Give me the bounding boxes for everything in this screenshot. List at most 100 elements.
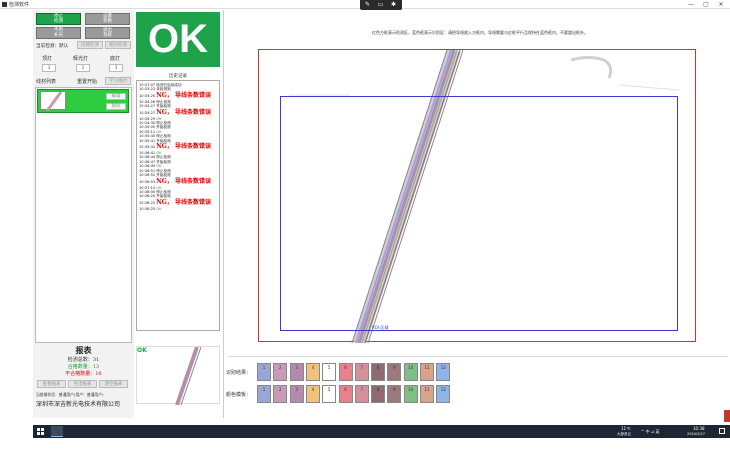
divider xyxy=(228,356,728,357)
color-swatch[interactable]: 2 xyxy=(273,385,288,403)
tray-icons[interactable]: ^ 中 ⊿ 英 xyxy=(641,429,660,435)
pen-icon[interactable]: ✎ xyxy=(363,1,372,8)
color-swatch[interactable]: 3 xyxy=(289,385,304,403)
color-swatch[interactable]: 4 xyxy=(305,363,320,381)
color-swatch[interactable]: 8 xyxy=(371,363,386,381)
history-row: 10:38:25 OK xyxy=(139,207,217,211)
result-status: OK xyxy=(136,12,220,67)
windows-start-icon[interactable] xyxy=(37,428,44,435)
history-log[interactable]: 10:37:07 检测已启动成功 10:33:22 未检测到 10:34:20 NG… xyxy=(136,80,220,331)
history-time: 10:35:40 xyxy=(139,134,156,139)
minimize-button[interactable]: — xyxy=(683,0,699,9)
fail-count: 不合格数量：18 xyxy=(65,371,102,377)
color-swatch[interactable]: 6 xyxy=(338,385,353,403)
no-fill-light-button[interactable]: 不用 补光 xyxy=(36,27,81,39)
roi-rectangle[interactable] xyxy=(280,96,678,331)
history-time: 10:35:42 xyxy=(139,145,156,150)
material-thumbnail-image xyxy=(45,91,63,112)
taskbar-app-icon[interactable] xyxy=(51,426,63,437)
history-message: 开始检测 xyxy=(156,125,171,130)
window-title: 检测软件 xyxy=(9,2,30,8)
history-message: 停止检测 xyxy=(156,155,171,160)
company-name: 深圳市深吉新光电技术有限公司 xyxy=(36,401,121,408)
bottom-light-label: 底灯 xyxy=(110,56,121,62)
color-swatch[interactable]: 4 xyxy=(305,385,320,403)
settings-icon[interactable]: ✱ xyxy=(389,1,398,8)
operator-label: 当前操作员：普通用户(用户：普通用户) xyxy=(36,392,104,397)
screen-icon[interactable]: ▭ xyxy=(376,1,385,8)
stop-detect-button[interactable]: 停止 检测 xyxy=(36,13,81,25)
clock-time[interactable]: 10:38 xyxy=(693,426,705,431)
color-swatch[interactable]: 7 xyxy=(354,363,369,381)
color-swatch[interactable]: 12 xyxy=(436,363,451,381)
color-swatch[interactable]: 1 xyxy=(257,363,271,381)
history-time: 10:34:20 xyxy=(139,93,156,98)
maximize-button[interactable]: ▢ xyxy=(698,0,714,9)
color-swatch[interactable]: 12 xyxy=(436,385,451,403)
history-time: 10:36:53 xyxy=(139,179,156,184)
glow-light-stepper[interactable]: 2 xyxy=(76,64,90,72)
color-swatch[interactable]: 1 xyxy=(257,385,271,403)
current-mode-label: 当前检测：默认 xyxy=(36,44,69,49)
color-swatch[interactable]: 10 xyxy=(403,363,418,381)
material-delete-button[interactable]: 删除 xyxy=(106,103,126,110)
history-message: NG， 导线条数错误 xyxy=(156,108,211,116)
app-icon xyxy=(2,2,7,7)
color-swatch[interactable]: 2 xyxy=(273,363,288,381)
color-swatch[interactable]: 10 xyxy=(403,385,418,403)
color-swatch[interactable]: 5 xyxy=(322,363,337,381)
history-row: 10:36:53 NG， 导线条数错误 xyxy=(139,178,217,186)
side-alert-tab[interactable] xyxy=(724,410,730,422)
history-row: 10:34:27 NG， 导线条数错误 xyxy=(139,109,217,117)
export-report-button[interactable]: 导出报表 xyxy=(68,380,97,388)
history-message: NG， 导线条数错误 xyxy=(156,143,211,151)
color-template-label: 颜色模板： xyxy=(226,392,252,398)
history-message: 开始检测 xyxy=(156,159,171,164)
color-swatch[interactable]: 11 xyxy=(420,363,434,381)
history-message: 未检测到 xyxy=(156,87,171,92)
settings-button[interactable]: 设置 参数 xyxy=(85,13,130,25)
color-swatch[interactable]: 3 xyxy=(289,363,304,381)
pass-count: 合格数量：13 xyxy=(67,364,100,370)
color-swatch[interactable]: 5 xyxy=(322,385,337,403)
clear-report-button[interactable]: 清空报表 xyxy=(99,380,128,388)
history-message: 开始检测 xyxy=(156,194,171,199)
report-title: 报表 xyxy=(75,345,92,355)
material-list[interactable] xyxy=(35,87,132,343)
color-swatch[interactable]: 7 xyxy=(354,385,369,403)
weather-temp[interactable]: 11℃ xyxy=(621,426,631,431)
bottom-light-stepper[interactable]: 3 xyxy=(109,64,123,72)
material-edit-button[interactable]: 编辑 xyxy=(106,93,126,100)
last-capture-preview xyxy=(136,346,220,406)
color-swatch[interactable]: 6 xyxy=(338,363,353,381)
color-swatch[interactable]: 9 xyxy=(387,385,402,403)
history-message: OK xyxy=(156,185,162,190)
learn-material-button[interactable]: 学习线材 xyxy=(105,77,131,85)
opposite-side-button[interactable]: 相对检测 xyxy=(105,41,131,49)
same-side-button[interactable]: 同侧检测 xyxy=(77,41,103,49)
top-light-stepper[interactable]: 3 xyxy=(42,64,56,72)
preview-status: OK xyxy=(137,347,147,354)
history-row: 10:38:22 NG， 导线条数错误 xyxy=(139,199,217,207)
color-swatch[interactable]: 8 xyxy=(371,385,386,403)
history-time: 10:36:44 xyxy=(139,155,156,160)
history-message: OK xyxy=(156,206,162,211)
clock-date: 2024/3/27 xyxy=(687,432,705,436)
history-time: 10:38:25 xyxy=(139,206,156,211)
recognition-swatch-row: 1 2 3 4 5 6 7 8 9 10 11 12 xyxy=(257,363,457,383)
template-swatch-row: 1 2 3 4 5 6 7 8 9 10 11 12 xyxy=(257,385,457,405)
material-thumbnail xyxy=(40,91,66,112)
exit-button[interactable]: 退出 系统 xyxy=(85,27,130,39)
material-list-label: 线材列表 xyxy=(36,79,57,85)
color-swatch[interactable]: 9 xyxy=(387,363,402,381)
reset-start-button[interactable]: 重置开始 xyxy=(77,78,97,85)
notification-icon[interactable] xyxy=(719,428,725,434)
history-title: 历史记录 xyxy=(169,74,187,79)
close-button[interactable]: ✕ xyxy=(713,0,729,9)
color-swatch[interactable]: 11 xyxy=(420,385,434,403)
history-message: NG， 导线条数错误 xyxy=(156,177,211,185)
taskbar: 11℃ 大部多云 ^ 中 ⊿ 英 10:38 2024/3/27 xyxy=(33,425,730,438)
view-report-button[interactable]: 查看报表 xyxy=(37,380,66,388)
history-time: 10:36:52 xyxy=(139,173,156,178)
top-light-label: 顶灯 xyxy=(42,56,53,62)
